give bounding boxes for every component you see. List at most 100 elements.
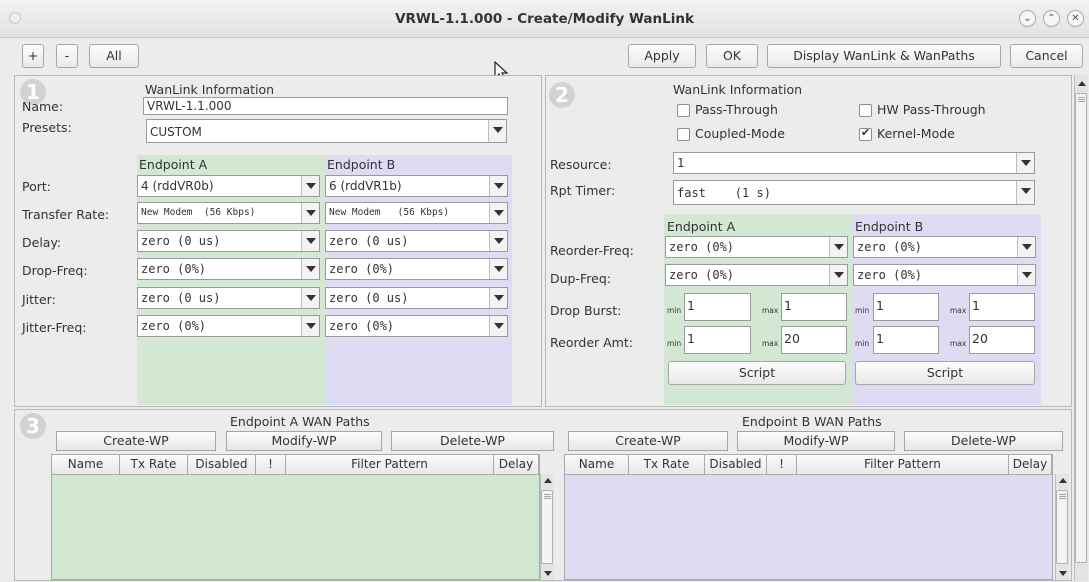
delete-wp-a-button[interactable]: Delete-WP bbox=[391, 431, 554, 451]
dup-freq-b-select[interactable]: zero (0%) bbox=[853, 264, 1036, 286]
col-bang-b[interactable]: ! bbox=[767, 455, 797, 475]
modify-wp-b-button[interactable]: Modify-WP bbox=[737, 431, 895, 451]
reorder-amt-a-max-input[interactable]: 20 bbox=[781, 326, 847, 354]
dup-freq-label: Dup-Freq: bbox=[550, 271, 611, 286]
port-a-select[interactable]: 4 (rddVR0b) bbox=[137, 175, 320, 197]
scroll-thumb[interactable] bbox=[1056, 490, 1068, 564]
kernel-mode-checkbox[interactable] bbox=[859, 126, 872, 141]
dup-freq-a-value: zero (0%) bbox=[669, 268, 735, 282]
jitter-label: Jitter: bbox=[22, 292, 56, 307]
drop-burst-b-max-input[interactable]: 1 bbox=[969, 293, 1035, 321]
remove-button[interactable]: - bbox=[56, 44, 78, 68]
drop-burst-b-max-label: max bbox=[950, 306, 967, 315]
scroll-up-icon[interactable] bbox=[541, 474, 555, 488]
jitter-b-value: zero (0 us) bbox=[329, 291, 409, 305]
apply-button[interactable]: Apply bbox=[628, 44, 696, 68]
create-wp-a-button[interactable]: Create-WP bbox=[56, 431, 216, 451]
drop-burst-a-max-input[interactable]: 1 bbox=[781, 293, 847, 321]
col-filter-pattern-a[interactable]: Filter Pattern bbox=[286, 455, 494, 475]
col-name-a[interactable]: Name bbox=[52, 455, 120, 475]
drop-freq-b-select[interactable]: zero (0%) bbox=[325, 258, 508, 280]
endpoint-b-header: Endpoint B bbox=[327, 157, 396, 172]
reorder-amt-label: Reorder Amt: bbox=[550, 335, 633, 350]
col-delay-b[interactable]: Delay bbox=[1009, 455, 1052, 475]
dup-freq-a-select[interactable]: zero (0%) bbox=[665, 264, 848, 286]
resource-select[interactable]: 1 bbox=[673, 152, 1035, 174]
window-title: VRWL-1.1.000 - Create/Modify WanLink bbox=[395, 11, 694, 27]
ok-button[interactable]: OK bbox=[706, 44, 758, 68]
jitter-freq-a-select[interactable]: zero (0%) bbox=[137, 315, 320, 337]
wan-paths-b-body[interactable] bbox=[565, 475, 1052, 579]
jitter-b-select[interactable]: zero (0 us) bbox=[325, 287, 508, 309]
main-scrollbar[interactable] bbox=[1074, 75, 1088, 581]
all-button[interactable]: All bbox=[89, 44, 139, 68]
presets-label: Presets: bbox=[22, 120, 72, 135]
add-button[interactable]: + bbox=[22, 44, 44, 68]
port-b-value: 6 (rddVR1b) bbox=[329, 179, 402, 193]
cancel-button[interactable]: Cancel bbox=[1010, 44, 1083, 68]
display-wanlink-button[interactable]: Display WanLink & WanPaths bbox=[767, 44, 1001, 68]
hw-pass-through-checkbox[interactable] bbox=[859, 104, 872, 117]
chevron-down-icon bbox=[301, 176, 319, 196]
scroll-down-icon[interactable] bbox=[1056, 566, 1070, 580]
coupled-mode-checkbox[interactable] bbox=[677, 128, 690, 141]
maximize-button[interactable]: ⌃ bbox=[1043, 10, 1060, 27]
col-bang-a[interactable]: ! bbox=[256, 455, 286, 475]
wan-paths-b-table: Name Tx Rate Disabled ! Filter Pattern D… bbox=[564, 454, 1053, 580]
chevron-down-icon bbox=[301, 316, 319, 336]
port-b-select[interactable]: 6 (rddVR1b) bbox=[325, 175, 508, 197]
col-disabled-a[interactable]: Disabled bbox=[188, 455, 256, 475]
drop-burst-b-min-input[interactable]: 1 bbox=[873, 293, 939, 321]
endpoint-b-header-2: Endpoint B bbox=[855, 219, 924, 234]
drop-burst-b-min-label: min bbox=[855, 306, 870, 315]
chevron-down-icon bbox=[301, 288, 319, 308]
modify-wp-a-button[interactable]: Modify-WP bbox=[226, 431, 382, 451]
delete-wp-b-button[interactable]: Delete-WP bbox=[904, 431, 1063, 451]
delay-a-select[interactable]: zero (0 us) bbox=[137, 230, 320, 252]
col-filter-pattern-b[interactable]: Filter Pattern bbox=[797, 455, 1009, 475]
wan-paths-b-scrollbar[interactable] bbox=[1055, 474, 1069, 580]
reorder-amt-b-min-input[interactable]: 1 bbox=[873, 326, 939, 354]
transfer-rate-a-select[interactable]: New Modem (56 Kbps) bbox=[137, 202, 320, 224]
pass-through-checkbox[interactable] bbox=[677, 104, 690, 117]
minimize-button[interactable]: ⌄ bbox=[1019, 10, 1036, 27]
scroll-thumb[interactable] bbox=[1075, 93, 1087, 563]
name-input[interactable]: VRWL-1.1.000 bbox=[143, 97, 508, 115]
wan-paths-a-body[interactable] bbox=[52, 475, 539, 579]
col-tx-rate-a[interactable]: Tx Rate bbox=[120, 455, 188, 475]
chevron-down-icon bbox=[1017, 237, 1035, 257]
reorder-amt-a-max-label: max bbox=[762, 339, 779, 348]
reorder-freq-b-select[interactable]: zero (0%) bbox=[853, 236, 1036, 258]
drop-burst-a-min-input[interactable]: 1 bbox=[684, 293, 751, 321]
transfer-rate-b-select[interactable]: New Modem (56 Kbps) bbox=[325, 202, 508, 224]
port-a-value: 4 (rddVR0b) bbox=[141, 179, 214, 193]
scroll-up-icon[interactable] bbox=[1056, 474, 1070, 488]
close-button[interactable]: ✕ bbox=[1067, 10, 1084, 27]
delay-a-value: zero (0 us) bbox=[141, 234, 221, 248]
scroll-up-icon[interactable] bbox=[1075, 77, 1089, 91]
col-disabled-b[interactable]: Disabled bbox=[705, 455, 767, 475]
name-label: Name: bbox=[22, 99, 64, 114]
endpoint-a-wan-paths-title: Endpoint A WAN Paths bbox=[230, 414, 370, 429]
rpt-timer-select[interactable]: fast (1 s) bbox=[673, 180, 1035, 205]
script-b-button[interactable]: Script bbox=[855, 361, 1035, 385]
chevron-down-icon bbox=[829, 265, 847, 285]
create-wp-b-button[interactable]: Create-WP bbox=[568, 431, 728, 451]
col-delay-a[interactable]: Delay bbox=[494, 455, 539, 475]
reorder-amt-b-max-input[interactable]: 20 bbox=[969, 326, 1035, 354]
jitter-a-select[interactable]: zero (0 us) bbox=[137, 287, 320, 309]
scroll-thumb[interactable] bbox=[541, 490, 553, 564]
jitter-freq-b-select[interactable]: zero (0%) bbox=[325, 315, 508, 337]
reorder-freq-a-select[interactable]: zero (0%) bbox=[665, 236, 848, 258]
delay-b-select[interactable]: zero (0 us) bbox=[325, 230, 508, 252]
script-a-button[interactable]: Script bbox=[668, 361, 846, 385]
drop-freq-a-select[interactable]: zero (0%) bbox=[137, 258, 320, 280]
wan-paths-a-scrollbar[interactable] bbox=[540, 474, 554, 580]
presets-select[interactable]: CUSTOM bbox=[146, 119, 507, 143]
scroll-down-icon[interactable] bbox=[541, 566, 555, 580]
col-tx-rate-b[interactable]: Tx Rate bbox=[629, 455, 705, 475]
section-2-badge: 2 bbox=[549, 82, 575, 108]
col-name-b[interactable]: Name bbox=[565, 455, 629, 475]
reorder-amt-a-min-input[interactable]: 1 bbox=[684, 326, 751, 354]
transfer-rate-label: Transfer Rate: bbox=[22, 207, 110, 222]
